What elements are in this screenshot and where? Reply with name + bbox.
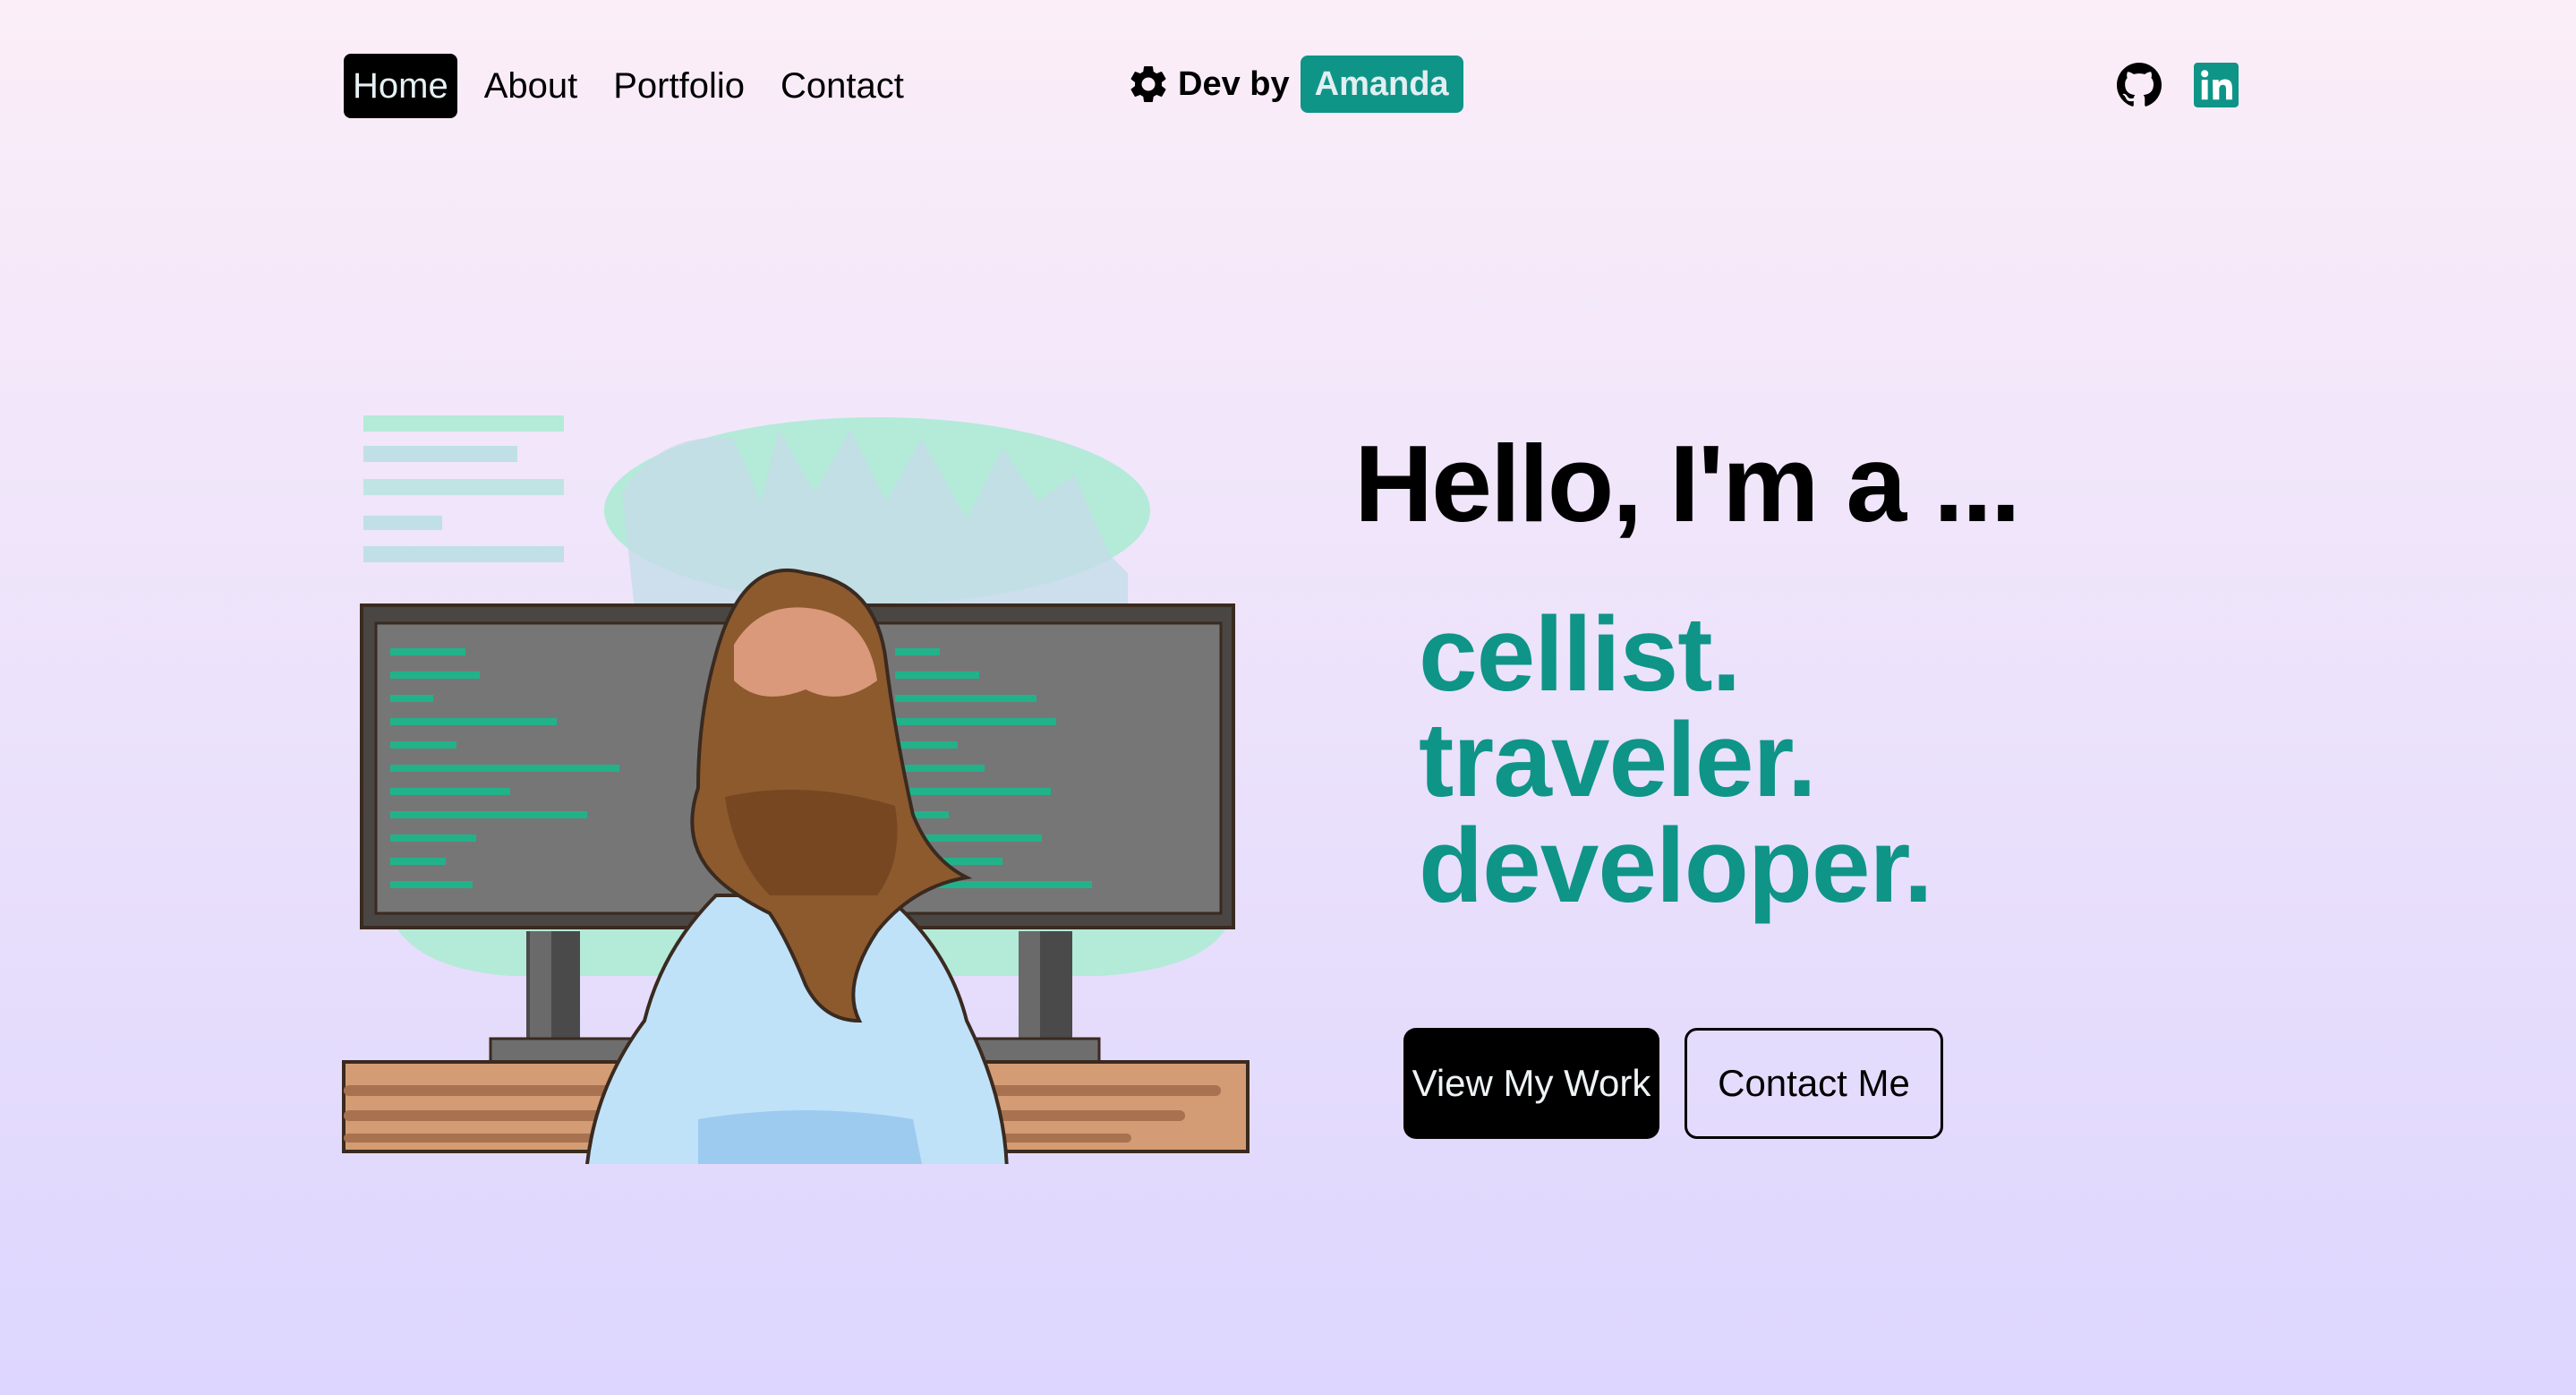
brand-prefix: Dev by <box>1178 64 1290 103</box>
brand-name-badge: Amanda <box>1300 56 1463 113</box>
hero-headline: Hello, I'm a ... <box>1354 423 2021 544</box>
linkedin-icon[interactable] <box>2194 63 2239 107</box>
nav-link-portfolio[interactable]: Portfolio <box>604 54 754 118</box>
hero-actions: View My Work Contact Me <box>1403 1028 1943 1139</box>
github-icon[interactable] <box>2117 63 2162 107</box>
top-navigation: Home About Portfolio Contact Dev by Aman… <box>0 0 2576 179</box>
contact-me-button[interactable]: Contact Me <box>1685 1028 1943 1139</box>
nav-links: Home About Portfolio Contact <box>344 54 913 118</box>
view-my-work-button[interactable]: View My Work <box>1403 1028 1659 1139</box>
hero-roles: cellist. traveler. developer. <box>1419 595 1933 925</box>
hero-illustration <box>342 415 1250 1164</box>
nav-link-home[interactable]: Home <box>344 54 457 118</box>
role-developer: developer. <box>1419 807 1933 925</box>
brand-logo[interactable]: Dev by Amanda <box>1126 56 1463 113</box>
gear-icon <box>1130 65 1166 102</box>
nav-link-contact[interactable]: Contact <box>772 54 913 118</box>
code-lines-decoration <box>363 415 564 562</box>
nav-link-about[interactable]: About <box>475 54 587 118</box>
role-traveler: traveler. <box>1419 701 1817 819</box>
social-links <box>2117 63 2239 107</box>
role-cellist: cellist. <box>1419 595 1741 714</box>
